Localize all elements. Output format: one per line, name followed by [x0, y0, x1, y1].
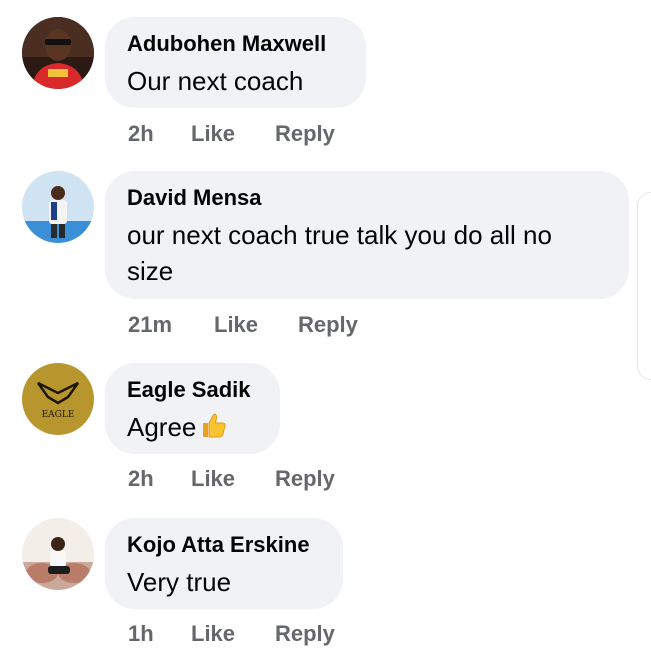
comment-author[interactable]: Kojo Atta Erskine — [127, 532, 310, 558]
comment-text: Agree — [127, 412, 197, 442]
reply-button[interactable]: Reply — [275, 121, 335, 147]
reply-button[interactable]: Reply — [298, 312, 358, 338]
avatar-david-mensa[interactable] — [22, 171, 94, 243]
comment-actions: 1h Like Reply — [128, 621, 335, 647]
comment-author[interactable]: Eagle Sadik — [127, 377, 251, 403]
avatar-adubohen-maxwell[interactable] — [22, 17, 94, 89]
thumbs-up-icon — [198, 410, 228, 449]
comment-bubble: Adubohen Maxwell Our next coach — [105, 17, 366, 108]
comment-time[interactable]: 1h — [128, 621, 191, 647]
comment-text-wrap: Agree — [127, 409, 228, 449]
reply-button[interactable]: Reply — [275, 466, 335, 492]
comment-author[interactable]: Adubohen Maxwell — [127, 31, 326, 57]
comment-actions: 2h Like Reply — [128, 121, 335, 147]
side-panel-edge — [637, 192, 651, 380]
eagle-logo-text: EAGLE — [42, 410, 75, 420]
comment-text-line: size — [127, 256, 174, 286]
reply-button[interactable]: Reply — [275, 621, 335, 647]
comment-text: Very true — [127, 567, 232, 597]
like-button[interactable]: Like — [191, 621, 275, 647]
comment-actions: 21m Like Reply — [128, 312, 358, 338]
comment-author[interactable]: David Mensa — [127, 185, 262, 211]
comment-time[interactable]: 2h — [128, 466, 191, 492]
comment-actions: 2h Like Reply — [128, 466, 335, 492]
like-button[interactable]: Like — [214, 312, 298, 338]
comment-text: Our next coach — [127, 66, 304, 96]
comment-bubble: Eagle Sadik Agree — [105, 363, 280, 454]
avatar-kojo-atta-erskine[interactable] — [22, 518, 94, 590]
like-button[interactable]: Like — [191, 466, 275, 492]
comment-bubble: Kojo Atta Erskine Very true — [105, 518, 343, 609]
comment-bubble: David Mensa our next coach true talk you… — [105, 171, 629, 299]
comment-time[interactable]: 21m — [128, 312, 214, 338]
like-button[interactable]: Like — [191, 121, 275, 147]
avatar-eagle-sadik[interactable]: EAGLE — [22, 363, 94, 435]
comment-time[interactable]: 2h — [128, 121, 191, 147]
comment-text-line: our next coach true talk you do all no — [127, 220, 552, 250]
